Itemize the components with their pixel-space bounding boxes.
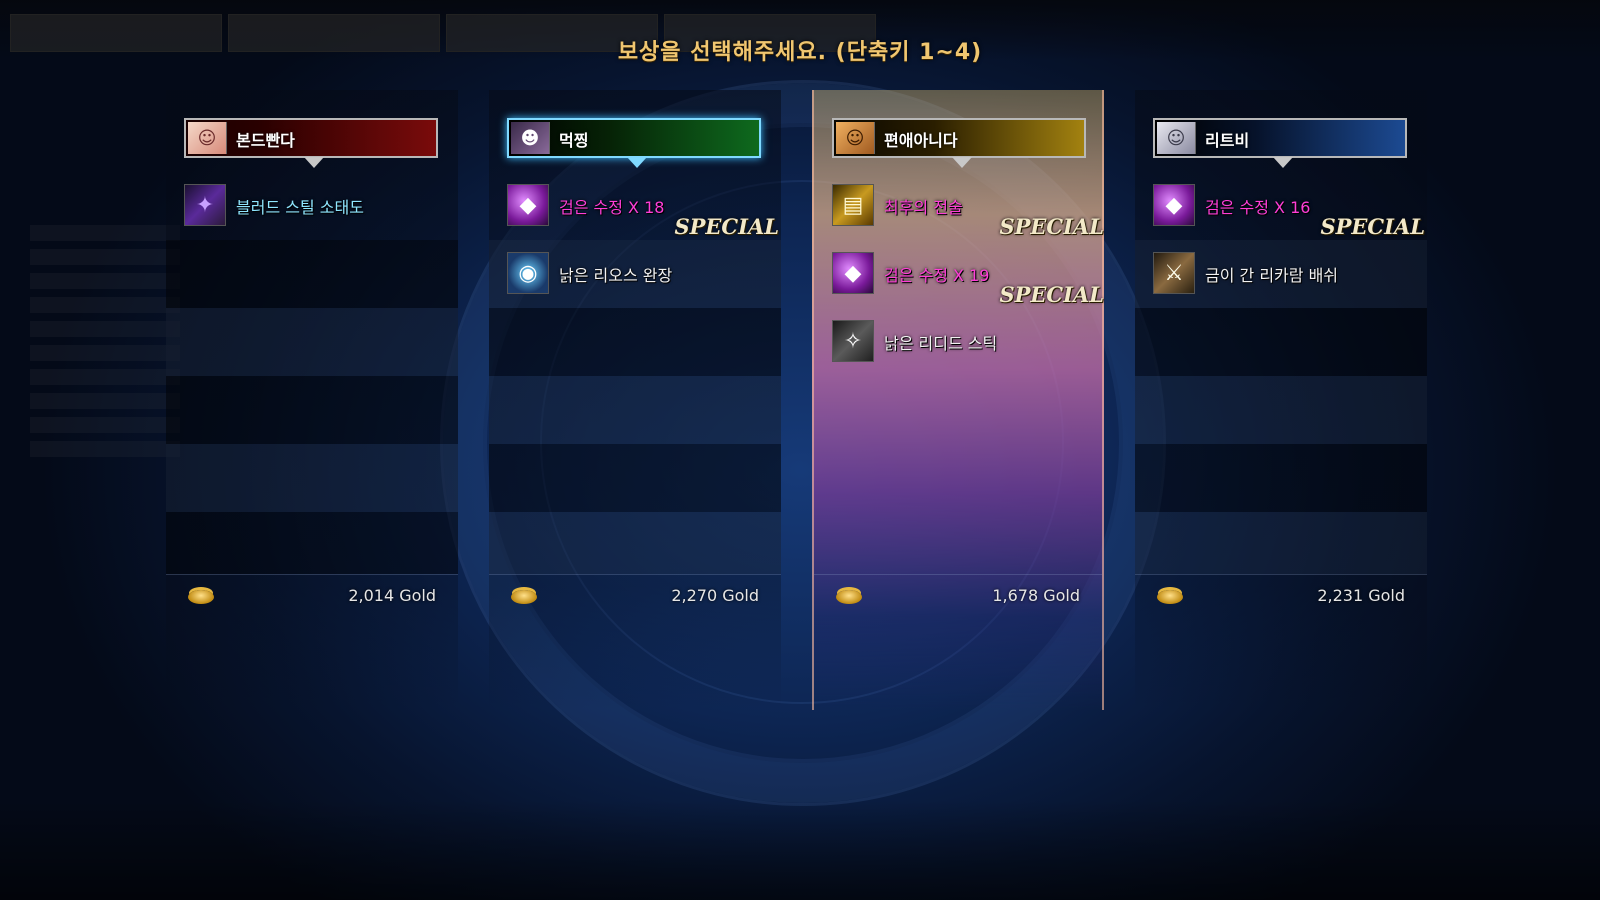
- crystal-icon: ◆: [1153, 184, 1195, 226]
- nameplate-pointer-icon: [304, 157, 324, 168]
- panel-row: [1135, 444, 1427, 512]
- stick-icon: ✦: [184, 184, 226, 226]
- divider: [814, 574, 1102, 575]
- player-name: 편애아니다: [884, 131, 958, 150]
- item-name: 낡은 리디드 스틱: [884, 334, 998, 353]
- reward-item[interactable]: ◉ 낡은 리오스 완장: [507, 252, 777, 320]
- reward-item[interactable]: ◆ 검은 수정 X 19 SPECIAL: [832, 252, 1104, 320]
- item-name: 검은 수정 X 19: [884, 266, 990, 285]
- crystal-icon: ◆: [507, 184, 549, 226]
- panel-row: [489, 512, 781, 574]
- character-portrait-icon: ☺: [836, 122, 875, 154]
- gold-amount: 2,014 Gold: [348, 586, 436, 605]
- reward-item[interactable]: ✧ 낡은 리디드 스틱: [832, 320, 1102, 388]
- panel-row: [166, 376, 458, 444]
- reward-item[interactable]: ◆ 검은 수정 X 16 SPECIAL: [1153, 184, 1425, 252]
- panel-row: [489, 376, 781, 444]
- player-name: 먹찡: [559, 131, 589, 150]
- player-name: 본드빤다: [236, 131, 295, 150]
- nameplate-pointer-icon: [952, 157, 972, 168]
- panel-row: [166, 512, 458, 574]
- reward-item[interactable]: ✦ 블러드 스틸 소태도: [184, 184, 454, 252]
- special-badge: SPECIAL: [999, 214, 1104, 239]
- player-nameplate: ☺ 본드빤다: [184, 118, 438, 168]
- special-badge: SPECIAL: [1320, 214, 1425, 239]
- item-name: 낡은 리오스 완장: [559, 266, 673, 285]
- item-name: 최후의 전술: [884, 198, 963, 217]
- character-portrait-icon: ☺: [1157, 122, 1196, 154]
- chat-log: [30, 225, 180, 465]
- gold-coin-icon: [1157, 590, 1183, 604]
- character-portrait-icon: ☻: [511, 122, 550, 154]
- nameplate-pointer-icon: [1273, 157, 1293, 168]
- panel-row: [1135, 376, 1427, 444]
- book-icon: ▤: [832, 184, 874, 226]
- panel-row: [1135, 512, 1427, 574]
- gold-coin-icon: [836, 590, 862, 604]
- reward-item[interactable]: ◆ 검은 수정 X 18 SPECIAL: [507, 184, 779, 252]
- rapier-icon: ✧: [832, 320, 874, 362]
- item-name: 검은 수정 X 16: [1205, 198, 1311, 217]
- gold-reward: 2,270 Gold: [511, 586, 759, 610]
- nameplate-pointer-icon: [627, 157, 647, 168]
- gold-reward: 1,678 Gold: [836, 586, 1080, 610]
- reward-item[interactable]: ▤ 최후의 전술 SPECIAL: [832, 184, 1104, 252]
- player-nameplate-selected: ☻ 먹찡: [507, 118, 761, 168]
- gold-amount: 1,678 Gold: [992, 586, 1080, 605]
- player-nameplate: ☺ 편애아니다: [832, 118, 1086, 168]
- reward-panel-4[interactable]: ☺ 리트비 ◆ 검은 수정 X 16 SPECIAL ⚔ 금이 간 리카람 배쉬…: [1135, 90, 1427, 710]
- reward-panel-2[interactable]: ☻ 먹찡 ◆ 검은 수정 X 18 SPECIAL ◉ 낡은 리오스 완장 2,…: [489, 90, 781, 710]
- reward-select-title: 보상을 선택해주세요. (단축키 1~4): [617, 40, 983, 65]
- cloak-icon: ◉: [507, 252, 549, 294]
- divider: [166, 574, 458, 575]
- item-name: 블러드 스틸 소태도: [236, 198, 364, 217]
- special-badge: SPECIAL: [674, 214, 779, 239]
- divider: [1135, 574, 1427, 575]
- gold-coin-icon: [511, 590, 537, 604]
- panel-row: [166, 444, 458, 512]
- reward-panel-3[interactable]: ☺ 편애아니다 ▤ 최후의 전술 SPECIAL ◆ 검은 수정 X 19 SP…: [812, 90, 1104, 710]
- bottom-hud-bar: [0, 800, 1600, 900]
- crystal-icon: ◆: [832, 252, 874, 294]
- reward-panel-1[interactable]: ☺ 본드빤다 ✦ 블러드 스틸 소태도 2,014 Gold: [166, 90, 458, 710]
- player-nameplate: ☺ 리트비: [1153, 118, 1407, 168]
- panel-row: [166, 308, 458, 376]
- reward-item[interactable]: ⚔ 금이 간 리카람 배쉬: [1153, 252, 1423, 320]
- panel-row: [489, 444, 781, 512]
- gold-coin-icon: [188, 590, 214, 604]
- item-name: 검은 수정 X 18: [559, 198, 665, 217]
- item-name: 금이 간 리카람 배쉬: [1205, 266, 1339, 285]
- gold-amount: 2,270 Gold: [671, 586, 759, 605]
- gold-reward: 2,231 Gold: [1157, 586, 1405, 610]
- gold-reward: 2,014 Gold: [188, 586, 436, 610]
- divider: [489, 574, 781, 575]
- player-name: 리트비: [1205, 131, 1250, 150]
- gold-amount: 2,231 Gold: [1317, 586, 1405, 605]
- dagger-icon: ⚔: [1153, 252, 1195, 294]
- special-badge: SPECIAL: [999, 282, 1104, 307]
- character-portrait-icon: ☺: [188, 122, 227, 154]
